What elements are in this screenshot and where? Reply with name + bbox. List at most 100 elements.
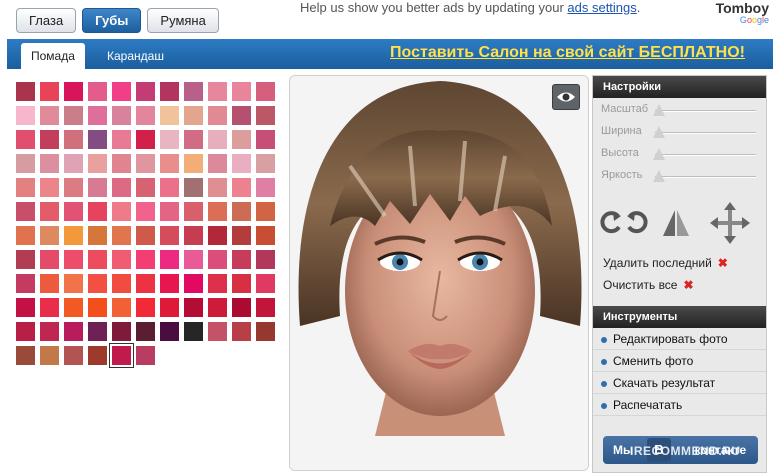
color-swatch[interactable] xyxy=(40,274,59,293)
promo-link[interactable]: Поставить Салон на свой сайт БЕСПЛАТНО! xyxy=(390,44,745,62)
color-swatch[interactable] xyxy=(40,82,59,101)
color-swatch[interactable] xyxy=(40,178,59,197)
color-swatch[interactable] xyxy=(256,298,275,317)
color-swatch[interactable] xyxy=(232,250,251,269)
color-swatch[interactable] xyxy=(16,202,35,221)
color-swatch[interactable] xyxy=(184,226,203,245)
color-swatch[interactable] xyxy=(88,130,107,149)
slider-track[interactable] xyxy=(655,110,756,112)
color-swatch[interactable] xyxy=(16,226,35,245)
slider-thumb[interactable] xyxy=(653,170,665,182)
color-swatch[interactable] xyxy=(88,106,107,125)
color-swatch[interactable] xyxy=(184,274,203,293)
color-swatch[interactable] xyxy=(88,202,107,221)
print-button[interactable]: Распечатать xyxy=(593,394,766,416)
color-swatch[interactable] xyxy=(40,154,59,173)
color-swatch[interactable] xyxy=(184,298,203,317)
color-swatch[interactable] xyxy=(112,226,131,245)
color-swatch[interactable] xyxy=(112,106,131,125)
color-swatch[interactable] xyxy=(136,298,155,317)
color-swatch[interactable] xyxy=(16,274,35,293)
color-swatch[interactable] xyxy=(64,346,83,365)
color-swatch[interactable] xyxy=(40,298,59,317)
color-swatch[interactable] xyxy=(64,178,83,197)
color-swatch[interactable] xyxy=(16,82,35,101)
color-swatch[interactable] xyxy=(208,250,227,269)
color-swatch[interactable] xyxy=(184,322,203,341)
color-swatch[interactable] xyxy=(112,250,131,269)
color-swatch[interactable] xyxy=(256,178,275,197)
slider-thumb[interactable] xyxy=(653,148,665,160)
color-swatch[interactable] xyxy=(64,106,83,125)
color-swatch[interactable] xyxy=(256,274,275,293)
color-swatch[interactable] xyxy=(232,106,251,125)
color-swatch[interactable] xyxy=(232,154,251,173)
tab-blush[interactable]: Румяна xyxy=(147,8,219,33)
color-swatch[interactable] xyxy=(256,106,275,125)
color-swatch[interactable] xyxy=(64,322,83,341)
color-swatch[interactable] xyxy=(16,154,35,173)
color-swatch[interactable] xyxy=(256,154,275,173)
color-swatch[interactable] xyxy=(88,250,107,269)
color-swatch[interactable] xyxy=(16,346,35,365)
color-swatch[interactable] xyxy=(112,82,131,101)
color-swatch[interactable] xyxy=(136,154,155,173)
color-swatch[interactable] xyxy=(16,130,35,149)
color-swatch[interactable] xyxy=(184,250,203,269)
color-swatch[interactable] xyxy=(208,130,227,149)
clear-all-button[interactable]: Очистить все ✖ xyxy=(593,274,766,296)
color-swatch[interactable] xyxy=(208,226,227,245)
color-swatch[interactable] xyxy=(232,82,251,101)
color-swatch[interactable] xyxy=(40,250,59,269)
color-swatch[interactable] xyxy=(64,202,83,221)
color-swatch[interactable] xyxy=(112,298,131,317)
color-swatch[interactable] xyxy=(64,226,83,245)
color-swatch[interactable] xyxy=(208,82,227,101)
slider-width[interactable]: Ширина xyxy=(593,122,766,142)
color-swatch[interactable] xyxy=(208,274,227,293)
slider-thumb[interactable] xyxy=(653,126,665,138)
color-swatch[interactable] xyxy=(232,298,251,317)
color-swatch[interactable] xyxy=(136,130,155,149)
color-swatch[interactable] xyxy=(88,298,107,317)
download-result-button[interactable]: Скачать результат xyxy=(593,372,766,394)
color-swatch[interactable] xyxy=(40,202,59,221)
color-swatch[interactable] xyxy=(112,202,131,221)
color-swatch[interactable] xyxy=(184,106,203,125)
color-swatch[interactable] xyxy=(256,130,275,149)
color-swatch[interactable] xyxy=(64,154,83,173)
color-swatch[interactable] xyxy=(160,250,179,269)
tab-lips[interactable]: Губы xyxy=(82,8,142,33)
photo-canvas[interactable] xyxy=(289,75,589,471)
undo-last-button[interactable]: Удалить последний ✖ xyxy=(593,252,766,274)
edit-photo-button[interactable]: Редактировать фото xyxy=(593,328,766,350)
color-swatch[interactable] xyxy=(160,178,179,197)
tab-eyes[interactable]: Глаза xyxy=(16,8,77,33)
color-swatch[interactable] xyxy=(40,106,59,125)
color-swatch[interactable] xyxy=(110,344,133,367)
color-swatch[interactable] xyxy=(64,250,83,269)
tab-lip-pencil[interactable]: Карандаш xyxy=(97,43,174,69)
color-swatch[interactable] xyxy=(136,106,155,125)
color-swatch[interactable] xyxy=(160,82,179,101)
color-swatch[interactable] xyxy=(208,322,227,341)
color-swatch[interactable] xyxy=(136,322,155,341)
color-swatch[interactable] xyxy=(88,82,107,101)
color-swatch[interactable] xyxy=(232,226,251,245)
color-swatch[interactable] xyxy=(208,298,227,317)
preview-toggle-button[interactable] xyxy=(552,84,580,110)
ads-settings-link[interactable]: ads settings xyxy=(567,0,636,15)
color-swatch[interactable] xyxy=(208,178,227,197)
color-swatch[interactable] xyxy=(160,202,179,221)
color-swatch[interactable] xyxy=(88,346,107,365)
color-swatch[interactable] xyxy=(112,130,131,149)
color-swatch[interactable] xyxy=(88,178,107,197)
color-swatch[interactable] xyxy=(256,82,275,101)
color-swatch[interactable] xyxy=(64,298,83,317)
color-swatch[interactable] xyxy=(160,130,179,149)
slider-track[interactable] xyxy=(655,154,756,156)
color-swatch[interactable] xyxy=(64,82,83,101)
color-swatch[interactable] xyxy=(16,322,35,341)
color-swatch[interactable] xyxy=(256,226,275,245)
color-swatch[interactable] xyxy=(232,178,251,197)
